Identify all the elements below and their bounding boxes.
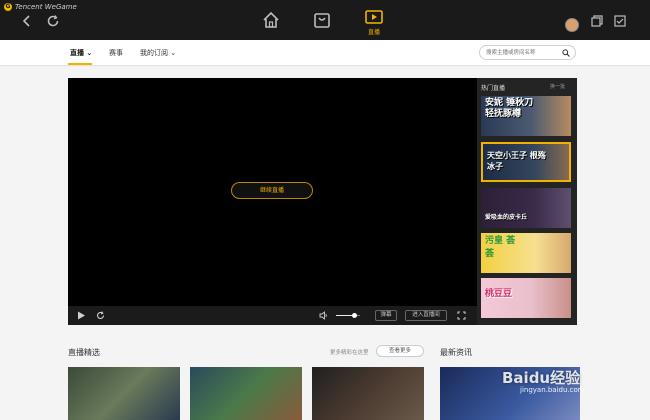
home-icon[interactable] — [260, 9, 282, 31]
refresh-batch-link[interactable]: 换一批 — [550, 83, 565, 90]
refresh-icon[interactable] — [46, 14, 60, 28]
hot-stream-thumbnail[interactable]: 桃豆豆 — [481, 278, 571, 318]
live-tab-label[interactable]: 直播 — [362, 27, 386, 36]
brand: G Tencent WeGame — [4, 3, 77, 11]
reload-stream-icon[interactable] — [96, 311, 105, 323]
search-input[interactable] — [486, 48, 562, 58]
featured-stream-card[interactable] — [312, 367, 424, 420]
latest-news-title: 最新资讯 — [440, 348, 472, 357]
hot-stream-thumbnail[interactable]: 爱吸血的皮卡丘 — [481, 188, 571, 228]
volume-icon[interactable] — [319, 311, 328, 323]
baidu-watermark: Baidu经验 — [502, 369, 581, 387]
volume-slider-knob[interactable] — [351, 313, 357, 318]
enter-room-button[interactable]: 进入直播间 — [405, 310, 447, 321]
tab-my-subscriptions[interactable]: 我的订阅 ⌄ — [140, 48, 176, 58]
search-box[interactable] — [479, 45, 576, 60]
hot-stream-thumbnail[interactable]: 天空小王子 根殇冰子 — [481, 142, 571, 182]
hot-stream-thumbnail[interactable]: 污皇 荟荟 — [481, 233, 571, 273]
hot-stream-title: 污皇 荟荟 — [485, 236, 516, 259]
back-icon[interactable] — [20, 14, 34, 28]
wegame-logo-icon: G — [4, 3, 12, 11]
featured-stream-card[interactable] — [68, 367, 180, 420]
hot-stream-thumbnail[interactable]: 安妮 锤秋刀 轻抚豚樽 — [481, 96, 571, 136]
resume-live-button[interactable]: 继续直播 — [231, 182, 313, 199]
avatar[interactable] — [565, 18, 579, 32]
fullscreen-icon[interactable] — [457, 311, 466, 323]
hot-stream-title: 爱吸血的皮卡丘 — [485, 214, 528, 221]
hot-stream-title: 天空小王子 根殇冰子 — [487, 151, 546, 171]
title-bar: G Tencent WeGame 直播 — [0, 0, 650, 40]
volume-slider[interactable] — [336, 313, 360, 318]
baidu-watermark-url: jingyan.baidu.com — [520, 386, 585, 394]
friends-window-icon[interactable] — [590, 13, 604, 27]
featured-live-title: 直播精选 — [68, 348, 100, 357]
featured-more-link[interactable]: 更多精彩在这里 — [330, 348, 369, 356]
hot-streams-title: 热门直播 — [481, 85, 506, 92]
hot-stream-title: 桃豆豆 — [485, 289, 513, 299]
message-icon[interactable] — [613, 13, 627, 27]
play-icon[interactable] — [77, 311, 86, 323]
hot-stream-title: 安妮 锤秋刀 轻抚豚樽 — [485, 98, 534, 119]
store-icon[interactable] — [311, 9, 333, 31]
tab-live[interactable]: 直播 ⌄ — [70, 48, 92, 58]
tab-events[interactable]: 赛事 — [109, 48, 123, 58]
wegame-window: G Tencent WeGame 直播 直播 ⌄ 赛事 我的订阅 ⌄ 搜索主播或… — [0, 0, 650, 420]
search-icon[interactable] — [562, 49, 570, 57]
video-player[interactable] — [68, 78, 477, 325]
view-more-button[interactable]: 查看更多 — [376, 345, 424, 357]
live-icon[interactable] — [363, 6, 385, 28]
active-tab-indicator — [68, 63, 92, 65]
brand-name: Tencent WeGame — [15, 3, 77, 11]
danmaku-button[interactable]: 弹幕 — [375, 310, 397, 321]
featured-stream-card[interactable] — [190, 367, 302, 420]
